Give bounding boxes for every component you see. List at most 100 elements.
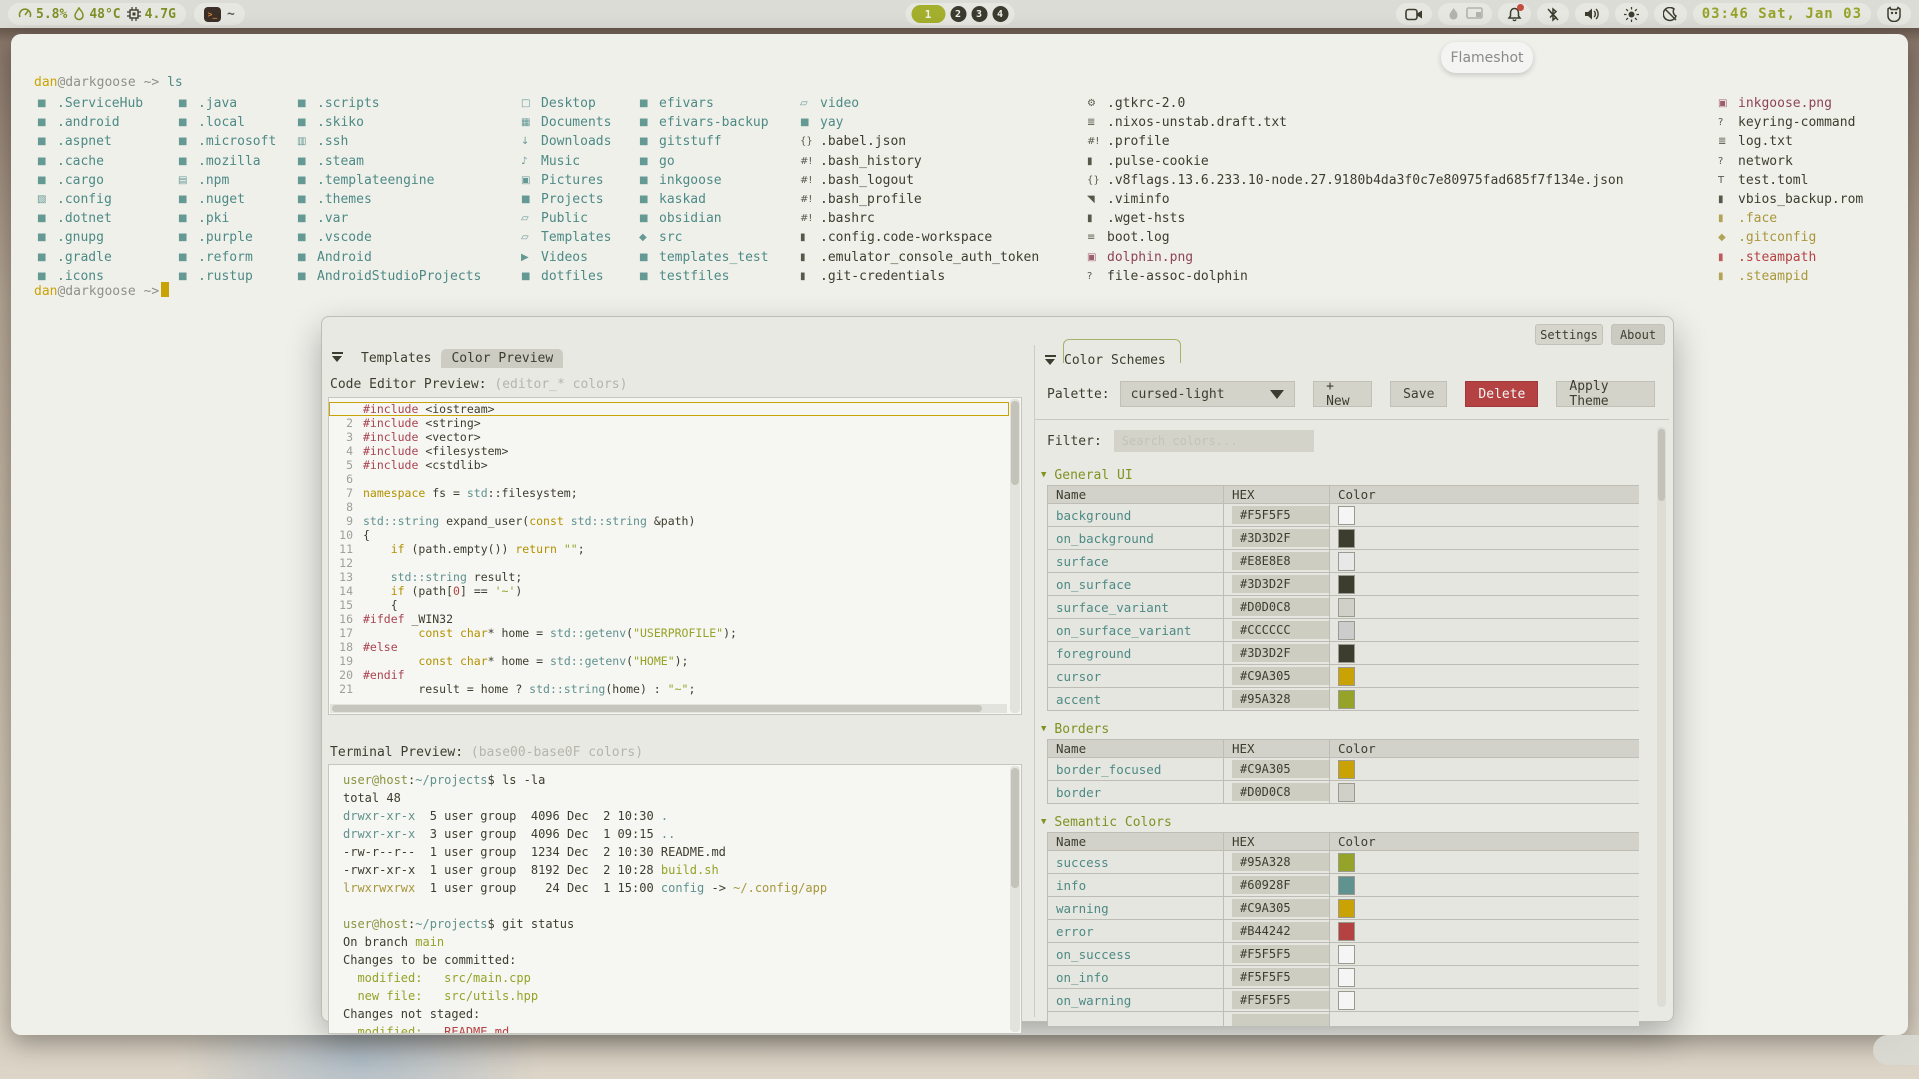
- filter-input[interactable]: [1114, 430, 1314, 452]
- code-line-1[interactable]: #include <iostream>: [329, 402, 1009, 416]
- code-line-14[interactable]: 14 if (path[0] == '~'): [329, 584, 1009, 598]
- code-horizontal-scrollbar[interactable]: [330, 704, 1007, 713]
- ls-entry[interactable]: ?network: [1718, 152, 1863, 171]
- color-swatch[interactable]: [1338, 644, 1355, 663]
- ls-entry[interactable]: ▮.steampath: [1718, 248, 1863, 267]
- ls-entry[interactable]: #!.profile: [1087, 132, 1624, 151]
- color-name[interactable]: cursor: [1048, 665, 1224, 688]
- new-palette-button[interactable]: + New: [1313, 381, 1372, 407]
- ls-entry[interactable]: ▱Public: [521, 209, 611, 228]
- ls-entry[interactable]: ?keyring-command: [1718, 113, 1863, 132]
- code-line-10[interactable]: 10{: [329, 528, 1009, 542]
- ls-entry[interactable]: ■.var: [297, 209, 481, 228]
- ls-entry[interactable]: ■.reform: [178, 248, 276, 267]
- clock-pill[interactable]: 03:46 Sat, Jan 03: [1693, 3, 1871, 25]
- notifications-button[interactable]: [1498, 3, 1531, 25]
- color-swatch[interactable]: [1338, 506, 1355, 525]
- delete-button[interactable]: Delete: [1465, 381, 1538, 407]
- color-swatch[interactable]: [1338, 552, 1355, 571]
- ls-entry[interactable]: ■testfiles: [639, 267, 769, 286]
- app-indicator-pill[interactable]: >_ ~: [194, 3, 245, 25]
- about-button[interactable]: About: [1611, 324, 1665, 345]
- ls-entry[interactable]: ▮.pulse-cookie: [1087, 152, 1624, 171]
- ls-entry[interactable]: ■.skiko: [297, 113, 481, 132]
- color-name[interactable]: on_background: [1048, 527, 1224, 550]
- code-line-18[interactable]: 18#else: [329, 640, 1009, 654]
- color-name[interactable]: [1048, 1012, 1224, 1027]
- ls-entry[interactable]: ■gitstuff: [639, 132, 769, 151]
- workspace-2[interactable]: 2: [950, 6, 966, 22]
- color-name[interactable]: on_info: [1048, 966, 1224, 989]
- ls-entry[interactable]: {}.v8flags.13.6.233.10-node.27.9180b4da3…: [1087, 171, 1624, 190]
- ls-entry[interactable]: {}.babel.json: [800, 132, 1039, 151]
- tab-color-preview[interactable]: Color Preview: [441, 349, 563, 368]
- ls-entry[interactable]: ■templates_test: [639, 248, 769, 267]
- code-line-16[interactable]: 16#ifdef _WIN32: [329, 612, 1009, 626]
- ls-entry[interactable]: ▤.npm: [178, 171, 276, 190]
- terminal-preview[interactable]: user@host:~/projects$ ls -latotal 48drwx…: [328, 764, 1022, 1034]
- code-line-11[interactable]: 11 if (path.empty()) return "";: [329, 542, 1009, 556]
- ls-entry[interactable]: ≣.nixos-unstab.draft.txt: [1087, 113, 1624, 132]
- color-swatch[interactable]: [1338, 598, 1355, 617]
- code-editor-preview[interactable]: #include <iostream>2#include <string>3#i…: [328, 397, 1022, 715]
- ls-entry[interactable]: ■.vscode: [297, 228, 481, 247]
- color-name[interactable]: border: [1048, 781, 1224, 804]
- code-line-4[interactable]: 4#include <filesystem>: [329, 444, 1009, 458]
- color-name[interactable]: info: [1048, 874, 1224, 897]
- ls-entry[interactable]: ▱video: [800, 94, 1039, 113]
- color-swatch[interactable]: [1338, 667, 1355, 686]
- section-header-semantic-colors[interactable]: ▼Semantic Colors: [1039, 812, 1639, 832]
- color-name[interactable]: on_success: [1048, 943, 1224, 966]
- color-swatch[interactable]: [1338, 783, 1355, 802]
- ls-entry[interactable]: ■Android: [297, 248, 481, 267]
- color-name[interactable]: warning: [1048, 897, 1224, 920]
- color-schemes-header[interactable]: Color Schemes: [1045, 353, 1166, 368]
- ls-entry[interactable]: ≡boot.log: [1087, 228, 1624, 247]
- color-swatch[interactable]: [1338, 876, 1355, 895]
- ls-entry[interactable]: ▣Pictures: [521, 171, 611, 190]
- collapse-arrow-icon[interactable]: [1045, 355, 1056, 365]
- code-line-8[interactable]: 8: [329, 500, 1009, 514]
- ls-entry[interactable]: ■.gradle: [37, 248, 143, 267]
- ls-entry[interactable]: □Desktop: [521, 94, 611, 113]
- code-line-15[interactable]: 15 {: [329, 598, 1009, 612]
- disabled-tray-group[interactable]: [1438, 3, 1492, 25]
- code-line-7[interactable]: 7namespace fs = std::filesystem;: [329, 486, 1009, 500]
- code-line-3[interactable]: 3#include <vector>: [329, 430, 1009, 444]
- color-swatch[interactable]: [1338, 621, 1355, 640]
- apply-theme-button[interactable]: Apply Theme: [1556, 381, 1655, 407]
- color-swatch[interactable]: [1338, 853, 1355, 872]
- ls-entry[interactable]: ▧.config: [37, 190, 143, 209]
- color-name[interactable]: on_surface: [1048, 573, 1224, 596]
- ls-entry[interactable]: ■.cache: [37, 152, 143, 171]
- ls-entry[interactable]: ▮.face: [1718, 209, 1863, 228]
- ls-entry[interactable]: ■kaskad: [639, 190, 769, 209]
- ls-entry[interactable]: ■go: [639, 152, 769, 171]
- ls-entry[interactable]: ▮.steampid: [1718, 267, 1863, 286]
- ls-entry[interactable]: ▣inkgoose.png: [1718, 94, 1863, 113]
- ls-entry[interactable]: ■.local: [178, 113, 276, 132]
- color-name[interactable]: surface: [1048, 550, 1224, 573]
- color-swatch[interactable]: [1338, 529, 1355, 548]
- ls-entry[interactable]: #!.bashrc: [800, 209, 1039, 228]
- ls-entry[interactable]: ▮vbios_backup.rom: [1718, 190, 1863, 209]
- ls-entry[interactable]: ■.android: [37, 113, 143, 132]
- color-swatch[interactable]: [1338, 760, 1355, 779]
- ls-entry[interactable]: #!.bash_logout: [800, 171, 1039, 190]
- ls-entry[interactable]: ■dotfiles: [521, 267, 611, 286]
- ls-entry[interactable]: ◥.viminfo: [1087, 190, 1624, 209]
- ls-entry[interactable]: ■Projects: [521, 190, 611, 209]
- section-header-general-ui[interactable]: ▼General UI: [1039, 465, 1639, 485]
- ls-entry[interactable]: ■.microsoft: [178, 132, 276, 151]
- ls-entry[interactable]: ■.themes: [297, 190, 481, 209]
- ls-entry[interactable]: ⚙.gtkrc-2.0: [1087, 94, 1624, 113]
- color-name[interactable]: accent: [1048, 688, 1224, 711]
- ls-entry[interactable]: ▥.ssh: [297, 132, 481, 151]
- code-line-2[interactable]: 2#include <string>: [329, 416, 1009, 430]
- code-line-13[interactable]: 13 std::string result;: [329, 570, 1009, 584]
- ls-entry[interactable]: ■.cargo: [37, 171, 143, 190]
- ls-entry[interactable]: #!.bash_history: [800, 152, 1039, 171]
- ls-entry[interactable]: ▦Documents: [521, 113, 611, 132]
- color-swatch[interactable]: [1338, 690, 1355, 709]
- workspace-3[interactable]: 3: [971, 6, 987, 22]
